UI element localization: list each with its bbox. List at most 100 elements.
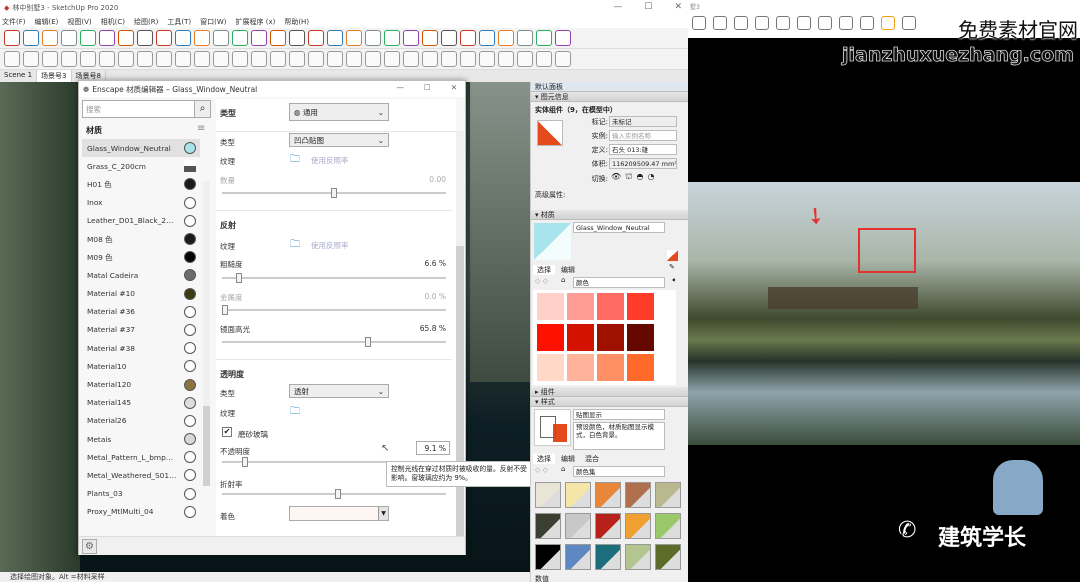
- style-icon[interactable]: [460, 30, 476, 46]
- material-list-item[interactable]: Material #38: [82, 339, 200, 357]
- back-arrow-icon[interactable]: ◇ ◇: [535, 466, 548, 474]
- bump-amount-slider[interactable]: [222, 188, 446, 198]
- menu-item[interactable]: 窗口(W): [200, 17, 226, 27]
- sandbox2-icon[interactable]: [517, 51, 533, 67]
- dome-icon[interactable]: [308, 51, 324, 67]
- eraser-icon[interactable]: [23, 30, 39, 46]
- material-list-item[interactable]: Matal Cadeira: [82, 266, 200, 284]
- dialog-close-button[interactable]: ✕: [451, 83, 457, 92]
- color-swatch[interactable]: [597, 323, 624, 351]
- material-list-item[interactable]: Glass_Window_Neutral: [82, 139, 200, 158]
- material-list-scrollbar[interactable]: [203, 181, 210, 486]
- color-swatch[interactable]: [627, 354, 654, 382]
- screenshot-icon[interactable]: [776, 16, 790, 30]
- material-list-item[interactable]: Material26: [82, 412, 200, 430]
- section-fill-icon[interactable]: [99, 51, 115, 67]
- warehouse-icon[interactable]: [327, 30, 343, 46]
- scene-tab[interactable]: 场景号3: [37, 70, 72, 82]
- view-icon[interactable]: [713, 16, 727, 30]
- style-thumbnail[interactable]: [535, 513, 561, 539]
- style-thumbnail[interactable]: [625, 513, 651, 539]
- material-list-item[interactable]: Metais: [82, 430, 200, 448]
- menu-item[interactable]: 帮助(H): [284, 17, 309, 27]
- solid-union-icon[interactable]: [346, 51, 362, 67]
- dialog-minimize-button[interactable]: —: [396, 83, 404, 92]
- collapse-icon[interactable]: [839, 16, 853, 30]
- material-name-input[interactable]: Glass_Window_Neutral: [573, 222, 665, 233]
- material-search-input[interactable]: 搜索: [82, 100, 196, 118]
- plugin-c-icon[interactable]: [517, 30, 533, 46]
- material-list-item[interactable]: Material10: [82, 357, 200, 375]
- arc-icon[interactable]: [61, 30, 77, 46]
- receive-shadows-icon[interactable]: ◓: [637, 172, 644, 182]
- metallic-slider[interactable]: [222, 305, 446, 315]
- box4-icon[interactable]: [441, 51, 457, 67]
- plugin-d-icon[interactable]: [536, 30, 552, 46]
- cone-icon[interactable]: [251, 51, 267, 67]
- folder-icon[interactable]: 🗀: [290, 237, 300, 254]
- material-list-item[interactable]: Material145: [82, 394, 200, 412]
- color-swatch[interactable]: [597, 293, 624, 320]
- material-library-dropdown[interactable]: 颜色: [573, 277, 665, 288]
- solid-sub-icon[interactable]: [365, 51, 381, 67]
- style-thumbnail[interactable]: [565, 513, 591, 539]
- entity-info-header[interactable]: ▾ 图元信息: [531, 92, 688, 102]
- style-thumbnail[interactable]: [625, 482, 651, 508]
- teapot-icon[interactable]: [23, 51, 39, 67]
- ruby-icon[interactable]: [384, 30, 400, 46]
- components-panel-header[interactable]: ▸ 组件: [531, 387, 688, 397]
- tab-edit[interactable]: 编辑: [557, 454, 579, 464]
- style-thumbnail[interactable]: [565, 482, 591, 508]
- folder-icon[interactable]: 🗀: [290, 152, 300, 169]
- pencil-icon[interactable]: [42, 30, 58, 46]
- box1-icon[interactable]: [384, 51, 400, 67]
- asset-library-icon[interactable]: [881, 16, 895, 30]
- transparency-type-dropdown[interactable]: 透射 ⌄: [289, 384, 389, 398]
- text-icon[interactable]: [213, 30, 229, 46]
- material-list-item[interactable]: Material #10: [82, 285, 200, 303]
- image-icon[interactable]: [156, 51, 172, 67]
- style-description[interactable]: 预设颜色，材质贴图显示模式，白色背景。: [573, 422, 665, 450]
- box3-icon[interactable]: [422, 51, 438, 67]
- user-icon[interactable]: [403, 30, 419, 46]
- box2-icon[interactable]: [403, 51, 419, 67]
- close-button[interactable]: ✕: [674, 2, 682, 12]
- style-thumbnail[interactable]: [655, 482, 681, 508]
- cloud-icon[interactable]: [42, 51, 58, 67]
- hamburger-menu-icon[interactable]: ≡: [197, 123, 205, 134]
- scale-icon[interactable]: [175, 30, 191, 46]
- zoom-icon[interactable]: [289, 30, 305, 46]
- eyedropper-icon[interactable]: ✎: [669, 263, 675, 271]
- menu-item[interactable]: 绘图(R): [134, 17, 158, 27]
- material-list-item[interactable]: M09 色: [82, 248, 200, 266]
- menu-item[interactable]: 文件(F): [2, 17, 26, 27]
- color-swatch[interactable]: [537, 323, 564, 351]
- search-icon[interactable]: ⌕: [194, 100, 211, 118]
- scene-tab[interactable]: Scene 1: [0, 70, 38, 82]
- visibility-eye-icon[interactable]: 👁: [611, 172, 621, 182]
- orbit-icon[interactable]: [251, 30, 267, 46]
- color-swatch[interactable]: [597, 354, 624, 382]
- color-swatch[interactable]: [537, 293, 564, 320]
- material-list-item[interactable]: Inox: [82, 194, 200, 212]
- maximize-button[interactable]: ☐: [644, 2, 652, 12]
- roughness-slider[interactable]: [222, 273, 446, 283]
- menu-item[interactable]: 扩展程序 (x): [235, 17, 275, 27]
- color-swatch[interactable]: [627, 323, 654, 351]
- material-list-item[interactable]: Metal_Pattern_L_bmp…: [82, 448, 200, 466]
- follow-me-icon[interactable]: [118, 30, 134, 46]
- refresh-icon[interactable]: [61, 51, 77, 67]
- rotate-icon[interactable]: [156, 30, 172, 46]
- material-list-item[interactable]: Material #36: [82, 303, 200, 321]
- color-swatch[interactable]: [567, 354, 594, 382]
- material-list-item[interactable]: Plants_03: [82, 485, 200, 503]
- slider-thumb[interactable]: [241, 457, 248, 467]
- material-list-item[interactable]: H01 色: [82, 175, 200, 193]
- menu-item[interactable]: 视图(V): [67, 17, 91, 27]
- style-thumbnail[interactable]: [595, 513, 621, 539]
- bump-type-dropdown[interactable]: 凹凸贴图 ⌄: [289, 133, 389, 147]
- style-thumbnail[interactable]: [535, 544, 561, 570]
- window2-icon[interactable]: [137, 51, 153, 67]
- select-icon[interactable]: [4, 30, 20, 46]
- minimize-button[interactable]: —: [613, 2, 622, 12]
